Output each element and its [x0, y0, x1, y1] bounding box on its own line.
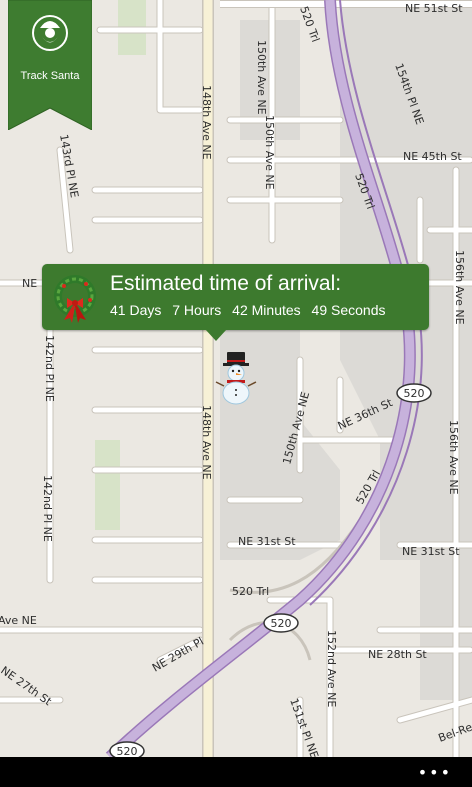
- eta-hours: 7 Hours: [172, 302, 222, 318]
- label-ne-51st: NE 51st St: [405, 2, 463, 15]
- label-148th-top: 148th Ave NE: [200, 85, 213, 160]
- route-shield-2: 520: [263, 613, 299, 633]
- label-150th-mid: 150th Ave NE: [263, 115, 276, 190]
- track-santa-label: Track Santa: [20, 70, 80, 82]
- label-520-trl-bottom: 520 Trl: [232, 585, 269, 598]
- banner-ribbon: [8, 0, 92, 130]
- label-142nd-pl-b: 142nd Pl NE: [41, 475, 54, 542]
- eta-countdown: 41 Days 7 Hours 42 Minutes 49 Seconds: [110, 302, 393, 318]
- label-ne-31st-b: NE 31st St: [402, 545, 460, 558]
- more-icon[interactable]: •••: [418, 763, 452, 782]
- svg-text:520: 520: [404, 387, 425, 400]
- label-142nd-pl-a: 142nd Pl NE: [43, 335, 56, 402]
- route-shield-3: 520: [109, 741, 145, 757]
- label-156th-top: 156th Ave NE: [453, 250, 466, 325]
- route-shield-1: 520: [396, 383, 432, 403]
- label-156th-low: 156th Ave NE: [447, 420, 460, 495]
- label-148th-low: 148th Ave NE: [200, 405, 213, 480]
- eta-minutes: 42 Minutes: [232, 302, 301, 318]
- eta-seconds: 49 Seconds: [311, 302, 386, 318]
- eta-days: 41 Days: [110, 302, 162, 318]
- app-bar: •••: [0, 757, 472, 787]
- wreath-icon: [54, 275, 96, 323]
- eta-popup: Estimated time of arrival: 41 Days 7 Hou…: [42, 264, 429, 330]
- label-150th-top: 150th Ave NE: [255, 40, 268, 115]
- label-ne-45th: NE 45th St: [403, 150, 462, 163]
- eta-title: Estimated time of arrival:: [110, 272, 342, 295]
- label-ne-left: NE: [22, 277, 37, 290]
- label-ave-ne-left: Ave NE: [0, 614, 37, 627]
- eta-popup-pointer: [205, 329, 227, 341]
- svg-text:520: 520: [117, 745, 138, 757]
- svg-text:520: 520: [271, 617, 292, 630]
- label-ne-28th: NE 28th St: [368, 648, 427, 661]
- snowman-icon[interactable]: [214, 350, 258, 406]
- label-ne-31st-a: NE 31st St: [238, 535, 296, 548]
- label-152nd: 152nd Ave NE: [325, 630, 338, 707]
